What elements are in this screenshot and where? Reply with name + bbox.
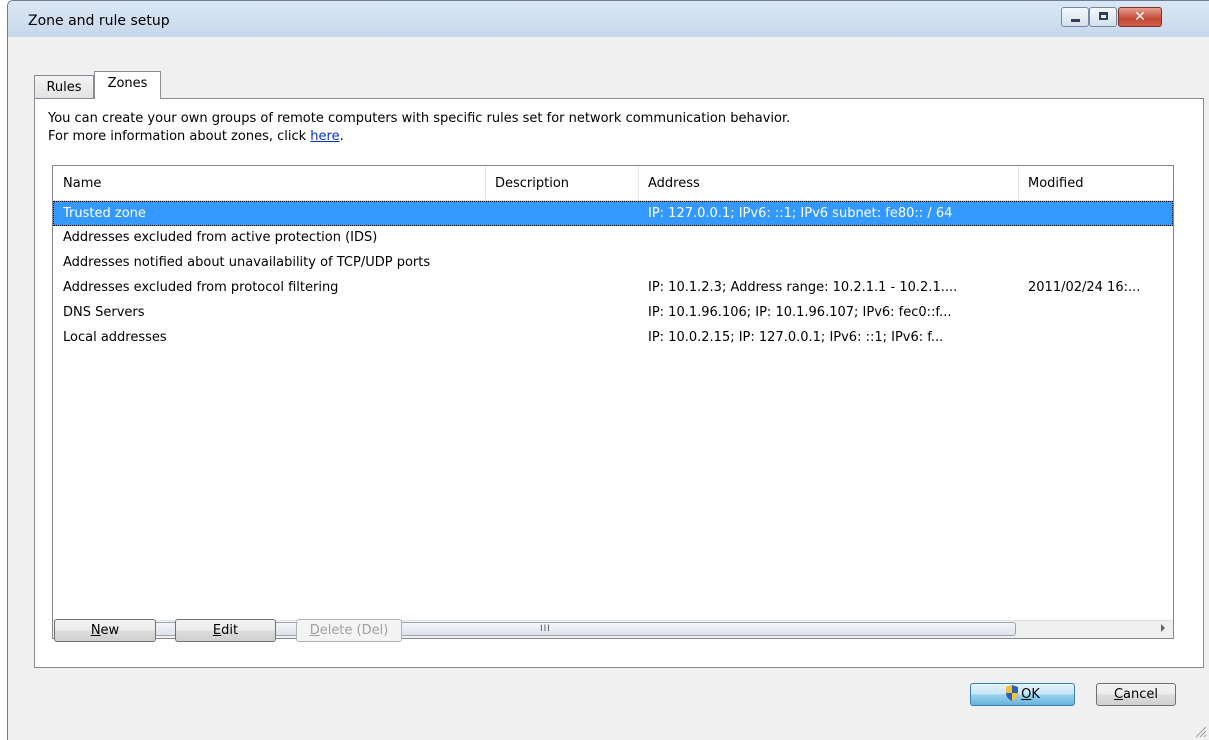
tab-zones-label: Zones bbox=[107, 76, 148, 91]
here-link[interactable]: here bbox=[310, 129, 339, 144]
scroll-right-icon[interactable] bbox=[1161, 624, 1165, 632]
edit-label: dit bbox=[221, 623, 239, 638]
table-row[interactable]: DNS Servers IP: 10.1.96.106; IP: 10.1.96… bbox=[53, 301, 1173, 326]
info-text: You can create your own groups of remote… bbox=[48, 111, 791, 126]
column-modified-label: Modified bbox=[1028, 176, 1084, 191]
info-more-suffix: . bbox=[339, 129, 344, 144]
scroll-grip: III bbox=[540, 624, 551, 634]
edit-accel: E bbox=[212, 623, 222, 638]
resize-grip-icon[interactable] bbox=[1195, 726, 1207, 738]
title-bar[interactable]: Zone and rule setup ✕ bbox=[8, 1, 1209, 37]
column-header-modified[interactable]: Modified bbox=[1018, 166, 1173, 200]
row-name: Local addresses bbox=[63, 330, 167, 345]
cancel-button[interactable]: Cancel bbox=[1096, 683, 1176, 706]
maximize-button[interactable] bbox=[1089, 7, 1117, 27]
new-accel: N bbox=[90, 623, 101, 638]
zones-list[interactable]: Name Description Address Modified Truste… bbox=[52, 165, 1174, 639]
table-row[interactable]: Addresses notified about unavailability … bbox=[53, 251, 1173, 276]
list-header: Name Description Address Modified bbox=[53, 166, 1173, 201]
column-header-description[interactable]: Description bbox=[485, 166, 638, 200]
row-name: DNS Servers bbox=[63, 305, 145, 320]
info-more-prefix: For more information about zones, click bbox=[48, 129, 311, 144]
new-label: ew bbox=[100, 623, 120, 638]
close-icon: ✕ bbox=[1134, 9, 1146, 25]
dialog-window: Zone and rule setup ✕ Rules Zones You ca… bbox=[7, 0, 1209, 740]
tab-rules[interactable]: Rules bbox=[34, 75, 94, 98]
row-modified: 2011/02/24 16:... bbox=[1028, 280, 1141, 295]
row-address: IP: 127.0.0.1; IPv6: ::1; IPv6 subnet: f… bbox=[648, 206, 953, 221]
table-row[interactable]: Addresses excluded from active protectio… bbox=[53, 226, 1173, 251]
close-button[interactable]: ✕ bbox=[1118, 7, 1162, 27]
column-name-label: Name bbox=[63, 176, 102, 191]
table-row[interactable]: Local addresses IP: 10.0.2.15; IP: 127.0… bbox=[53, 326, 1173, 351]
edit-button[interactable]: Edit bbox=[175, 619, 276, 642]
column-header-name[interactable]: Name bbox=[53, 166, 485, 200]
row-name: Addresses notified about unavailability … bbox=[63, 255, 431, 270]
row-name: Trusted zone bbox=[63, 206, 146, 221]
window-title: Zone and rule setup bbox=[28, 13, 170, 29]
info-more-text: For more information about zones, click … bbox=[48, 129, 344, 144]
table-row-trusted-zone[interactable]: Trusted zone IP: 127.0.0.1; IPv6: ::1; I… bbox=[53, 201, 1173, 226]
minimize-icon bbox=[1071, 19, 1080, 22]
column-address-label: Address bbox=[648, 176, 700, 191]
uac-shield-icon bbox=[1006, 685, 1019, 701]
maximize-icon bbox=[1099, 12, 1108, 20]
minimize-button[interactable] bbox=[1061, 7, 1089, 27]
column-description-label: Description bbox=[495, 176, 570, 191]
tab-rules-label: Rules bbox=[46, 80, 82, 95]
row-name: Addresses excluded from active protectio… bbox=[63, 230, 378, 245]
cancel-accel: C bbox=[1113, 687, 1124, 702]
ok-button[interactable]: OK bbox=[970, 683, 1075, 706]
dialog-client-area: Rules Zones You can create your own grou… bbox=[8, 37, 1209, 740]
row-address: IP: 10.0.2.15; IP: 127.0.0.1; IPv6: ::1;… bbox=[648, 330, 944, 345]
new-button[interactable]: New bbox=[54, 619, 156, 642]
ok-label: K bbox=[1031, 687, 1040, 702]
column-header-address[interactable]: Address bbox=[638, 166, 1018, 200]
delete-button[interactable]: Delete (Del) bbox=[296, 619, 402, 642]
table-row[interactable]: Addresses excluded from protocol filteri… bbox=[53, 276, 1173, 301]
row-name: Addresses excluded from protocol filteri… bbox=[63, 280, 339, 295]
row-address: IP: 10.1.96.106; IP: 10.1.96.107; IPv6: … bbox=[648, 305, 952, 320]
delete-accel: D bbox=[309, 623, 320, 638]
cancel-label: ancel bbox=[1123, 687, 1159, 702]
tab-zones[interactable]: Zones bbox=[94, 71, 161, 99]
delete-label: elete (Del) bbox=[319, 623, 389, 638]
ok-accel: O bbox=[1021, 687, 1032, 702]
row-address: IP: 10.1.2.3; Address range: 10.2.1.1 - … bbox=[648, 280, 958, 295]
